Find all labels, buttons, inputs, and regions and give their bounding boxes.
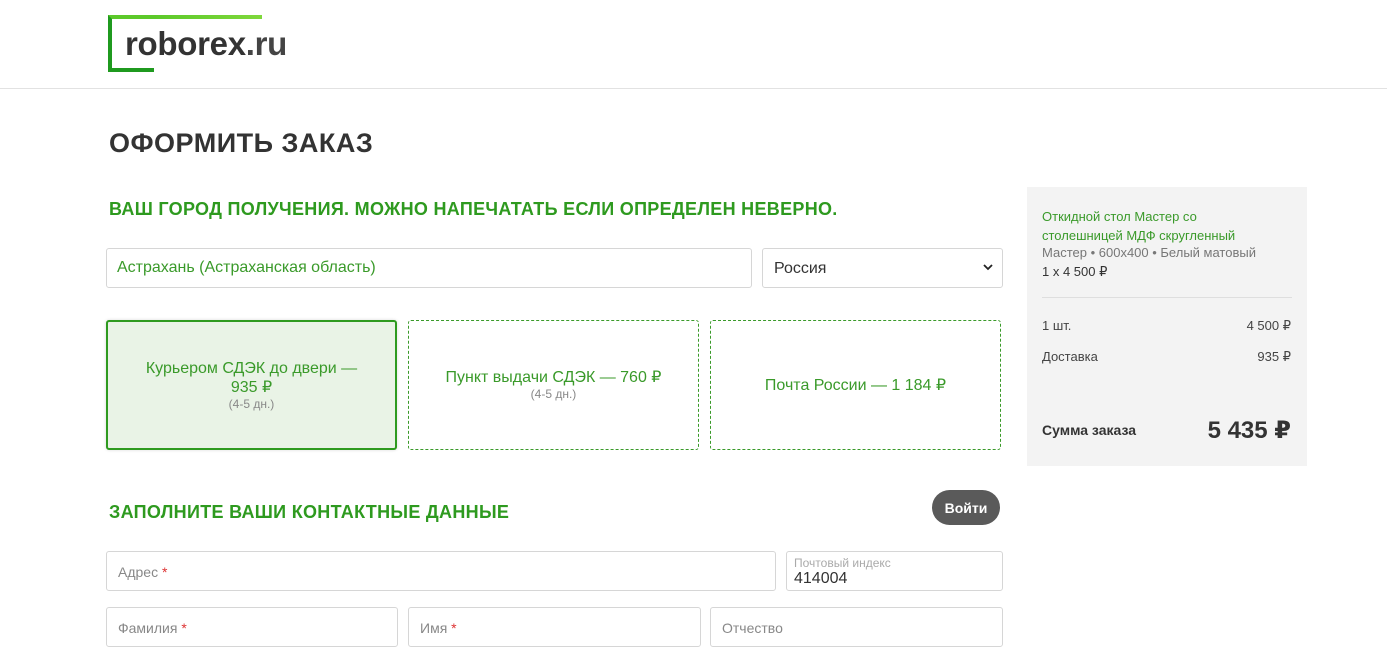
lastname-placeholder-text: Фамилия: [118, 620, 178, 636]
required-mark: *: [451, 620, 457, 636]
delivery-option-label: Курьером СДЭК до двери — 935 ₽: [145, 359, 358, 396]
product-spec: Мастер • 600x400 • Белый матовый: [1042, 245, 1256, 260]
logo-text: roborex.ru: [125, 25, 287, 63]
delivery-option-courier[interactable]: Курьером СДЭК до двери — 935 ₽ (4-5 дн.): [106, 320, 397, 450]
logo-bracket-top: [154, 15, 262, 19]
lastname-input[interactable]: Фамилия *: [106, 607, 398, 647]
summary-divider: [1042, 297, 1292, 298]
qty-label: 1 шт.: [1042, 318, 1072, 333]
required-mark: *: [181, 620, 187, 636]
delivery-option-term: (4-5 дн.): [530, 387, 577, 401]
site-logo[interactable]: roborex.ru: [108, 15, 328, 73]
firstname-placeholder: Имя *: [420, 620, 457, 636]
required-mark: *: [161, 564, 168, 580]
middlename-input[interactable]: Отчество: [710, 607, 1003, 647]
firstname-input[interactable]: Имя *: [408, 607, 701, 647]
product-name-link[interactable]: Откидной стол Мастер со столешницей МДФ …: [1042, 207, 1272, 245]
delivery-option-term: (4-5 дн.): [228, 396, 275, 411]
middlename-placeholder: Отчество: [722, 620, 783, 636]
delivery-option-pickup[interactable]: Пункт выдачи СДЭК — 760 ₽ (4-5 дн.): [408, 320, 699, 450]
product-qty: 1 x 4 500 ₽: [1042, 264, 1108, 279]
chevron-down-icon: [983, 264, 993, 271]
firstname-placeholder-text: Имя: [420, 620, 448, 636]
postal-code-input[interactable]: Почтовый индекс 414004: [786, 551, 1003, 591]
delivery-label: Доставка: [1042, 349, 1098, 364]
country-select[interactable]: Россия: [762, 248, 1003, 288]
page-title: ОФОРМИТЬ ЗАКАЗ: [109, 128, 374, 158]
address-input[interactable]: Адрес *: [106, 551, 776, 591]
delivery-option-label: Почта России — 1 184 ₽: [764, 376, 947, 394]
city-input[interactable]: Астрахань (Астраханская область): [106, 248, 752, 288]
postal-code-label: Почтовый индекс: [794, 556, 891, 570]
city-section-title: ВАШ ГОРОД ПОЛУЧЕНИЯ. МОЖНО НАПЕЧАТАТЬ ЕС…: [109, 199, 838, 219]
delivery-option-label: Пункт выдачи СДЭК — 760 ₽: [445, 369, 662, 386]
lastname-placeholder: Фамилия *: [118, 620, 187, 636]
postal-code-value: 414004: [794, 570, 848, 587]
contacts-section-title: ЗАПОЛНИТЕ ВАШИ КОНТАКТНЫЕ ДАННЫЕ: [109, 502, 510, 522]
order-summary: Откидной стол Мастер со столешницей МДФ …: [1027, 187, 1307, 466]
qty-value: 4 500 ₽: [1246, 318, 1291, 333]
address-placeholder-text: Адрес: [118, 564, 159, 580]
logo-main: roborex: [125, 25, 246, 62]
country-select-value: Россия: [774, 260, 827, 277]
login-button[interactable]: Войти: [932, 490, 1000, 525]
total-label: Сумма заказа: [1042, 422, 1137, 438]
delivery-value: 935 ₽: [1257, 349, 1291, 364]
city-input-value: Астрахань (Астраханская область): [117, 259, 376, 276]
address-placeholder: Адрес *: [118, 564, 167, 580]
total-value: 5 435 ₽: [1207, 417, 1291, 444]
logo-tld: .ru: [245, 25, 288, 62]
delivery-option-post[interactable]: Почта России — 1 184 ₽: [710, 320, 1001, 450]
site-header: roborex.ru: [0, 0, 1387, 89]
